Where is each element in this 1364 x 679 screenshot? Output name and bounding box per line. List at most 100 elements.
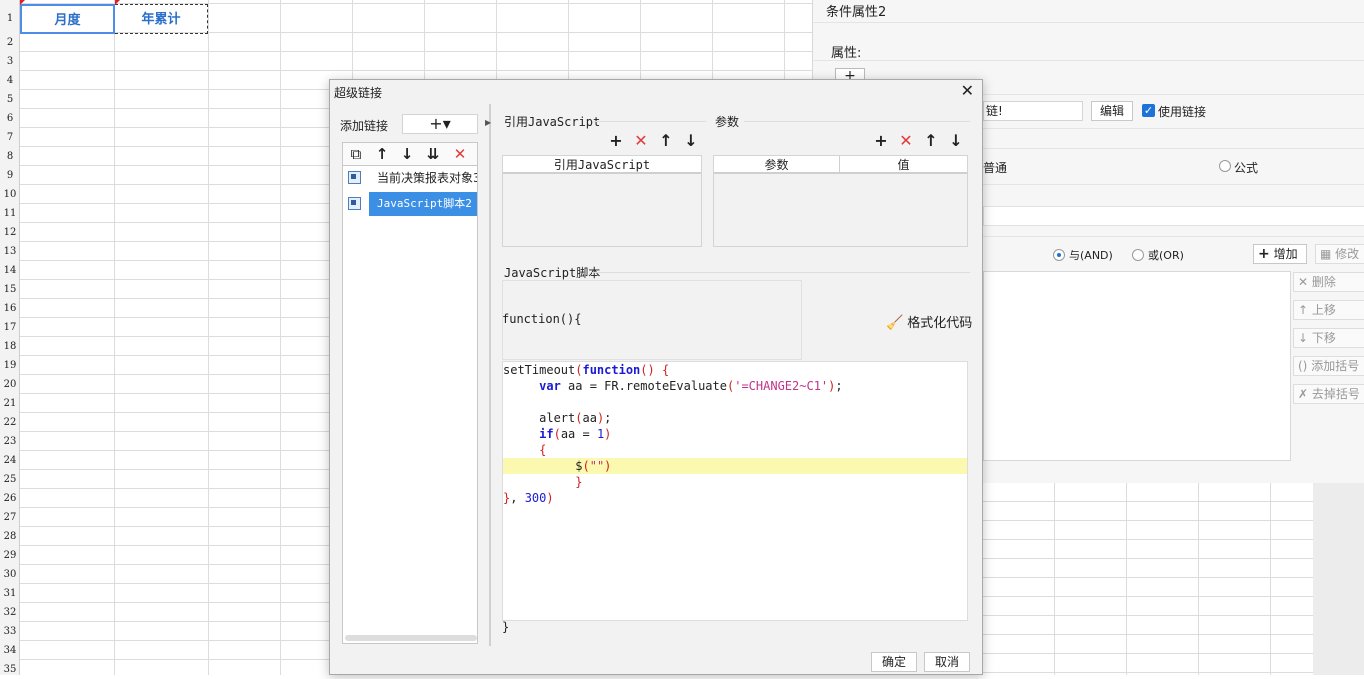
scrollbar[interactable] — [1313, 483, 1364, 675]
radio-and-label[interactable]: 与(AND) — [1069, 247, 1113, 263]
row-number[interactable]: 31 — [0, 584, 20, 603]
row-number[interactable]: 12 — [0, 223, 20, 242]
row-number[interactable]: 22 — [0, 413, 20, 432]
modify-condition-button[interactable]: ▦ 修改 — [1315, 244, 1364, 264]
list-item[interactable]: 当前决策报表对象3 — [343, 166, 477, 190]
code-line: setTimeout(function() { — [503, 363, 670, 377]
radio-or-label[interactable]: 或(OR) — [1148, 247, 1184, 263]
condition-list[interactable] — [983, 271, 1291, 461]
move-up-button[interactable]: ↑ 上移 — [1293, 300, 1364, 320]
chevron-right-icon[interactable]: ▶ — [485, 118, 491, 127]
radio-and[interactable] — [1053, 249, 1065, 261]
use-link-label: 使用链接 — [1158, 105, 1207, 119]
delete-condition-button[interactable]: ✕ 删除 — [1293, 272, 1364, 292]
cancel-button[interactable]: 取消 — [924, 652, 970, 672]
row-number[interactable]: 30 — [0, 565, 20, 584]
row-number[interactable]: 19 — [0, 356, 20, 375]
list-item-selected[interactable]: JavaScript脚本2 — [343, 192, 477, 216]
radio-formula[interactable] — [1219, 160, 1231, 172]
row-number[interactable]: 18 — [0, 337, 20, 356]
group-border — [592, 272, 970, 273]
move-down-button[interactable]: ↓ 下移 — [1293, 328, 1364, 348]
row-number[interactable]: 8 — [0, 147, 20, 166]
row-number[interactable]: 24 — [0, 451, 20, 470]
row-number[interactable]: 33 — [0, 622, 20, 641]
row-number[interactable]: 7 — [0, 128, 20, 147]
row-number[interactable]: 4 — [0, 71, 20, 90]
edit-button[interactable]: 编辑 — [1091, 101, 1133, 121]
row-number[interactable]: 23 — [0, 432, 20, 451]
row-number[interactable]: 2 — [0, 33, 20, 52]
broom-icon: 🧹 — [886, 315, 904, 331]
link-list[interactable]: 当前决策报表对象3 JavaScript脚本2 — [342, 166, 478, 644]
row-number[interactable]: 29 — [0, 546, 20, 565]
radio-formula-label[interactable]: 公式 — [1234, 159, 1258, 176]
remove-bracket-label: 去掉括号 — [1311, 387, 1360, 401]
row-number[interactable]: 14 — [0, 261, 20, 280]
code-editor[interactable]: setTimeout(function() { var aa = FR.remo… — [502, 361, 968, 621]
row-number[interactable]: 10 — [0, 185, 20, 204]
row-number[interactable]: 32 — [0, 603, 20, 622]
arrow-up-icon[interactable]: ↑ — [373, 145, 391, 163]
row-number[interactable]: 11 — [0, 204, 20, 223]
row-number[interactable]: 3 — [0, 52, 20, 71]
row-number[interactable]: 28 — [0, 527, 20, 546]
row-number[interactable]: 25 — [0, 470, 20, 489]
close-icon[interactable]: ✕ — [961, 83, 974, 99]
row-number[interactable]: 9 — [0, 166, 20, 185]
add-bracket-button[interactable]: () 添加括号 — [1293, 356, 1364, 376]
add-link-dropdown[interactable]: +▾ — [402, 114, 478, 134]
arrow-up-icon[interactable]: ↑ — [658, 133, 674, 149]
format-code-button[interactable]: 🧹 格式化代码 — [886, 312, 972, 331]
horizontal-scrollbar[interactable] — [345, 635, 477, 641]
params-table[interactable]: 参数 值 — [713, 155, 968, 247]
row-number[interactable]: 20 — [0, 375, 20, 394]
delete-condition-label: 删除 — [1311, 275, 1336, 289]
row-number[interactable]: 34 — [0, 641, 20, 660]
row-number[interactable]: 15 — [0, 280, 20, 299]
radio-or[interactable] — [1132, 249, 1144, 261]
copy-icon[interactable]: ⧉ — [347, 145, 365, 163]
cell-a1[interactable]: 月度 — [20, 4, 115, 34]
delete-x-icon[interactable]: ✕ — [451, 145, 469, 163]
cell-b1[interactable]: 年累计 — [115, 4, 208, 34]
row-number[interactable]: 1 — [0, 9, 20, 28]
ref-js-group-label: 引用JavaScript — [504, 115, 601, 129]
value-column-header: 值 — [840, 156, 967, 174]
arrow-down-icon[interactable]: ↓ — [683, 133, 699, 149]
plus-icon[interactable]: + — [608, 133, 624, 149]
row-number[interactable]: 21 — [0, 394, 20, 413]
row-number[interactable]: 6 — [0, 109, 20, 128]
move-bottom-icon[interactable]: ⇊ — [424, 145, 442, 163]
row-number[interactable]: 27 — [0, 508, 20, 527]
spreadsheet-grid-right[interactable] — [983, 483, 1313, 675]
row-number[interactable]: 26 — [0, 489, 20, 508]
ok-button[interactable]: 确定 — [871, 652, 917, 672]
add-bracket-label: 添加括号 — [1311, 359, 1360, 373]
bracket-icon: () — [1298, 359, 1308, 373]
row-number[interactable]: 13 — [0, 242, 20, 261]
arrow-down-icon[interactable]: ↓ — [398, 145, 416, 163]
formula-input[interactable] — [983, 206, 1364, 226]
add-condition-button[interactable]: + 增加 — [1253, 244, 1307, 264]
dialog-titlebar[interactable]: 超级链接 ✕ — [330, 80, 982, 104]
row-number[interactable]: 17 — [0, 318, 20, 337]
delete-x-icon[interactable]: ✕ — [898, 133, 914, 149]
arrow-down-icon[interactable]: ↓ — [948, 133, 964, 149]
dialog-title: 超级链接 — [334, 86, 383, 100]
use-link-checkbox[interactable]: ✓ — [1142, 104, 1155, 117]
plus-icon[interactable]: + — [873, 133, 889, 149]
delete-x-icon[interactable]: ✕ — [633, 133, 649, 149]
arrow-up-icon[interactable]: ↑ — [923, 133, 939, 149]
radio-normal-label[interactable]: 普通 — [983, 159, 1007, 176]
modify-condition-label: 修改 — [1335, 247, 1360, 261]
code-line: }, 300) — [503, 491, 554, 505]
row-number[interactable]: 35 — [0, 660, 20, 679]
row-number[interactable]: 5 — [0, 90, 20, 109]
link-text-field[interactable]: 链! — [983, 101, 1083, 121]
javascript-icon — [348, 197, 361, 210]
pane-splitter[interactable] — [489, 104, 491, 646]
remove-bracket-button[interactable]: ✗ 去掉括号 — [1293, 384, 1364, 404]
row-number[interactable]: 16 — [0, 299, 20, 318]
ref-js-table[interactable]: 引用JavaScript — [502, 155, 702, 247]
